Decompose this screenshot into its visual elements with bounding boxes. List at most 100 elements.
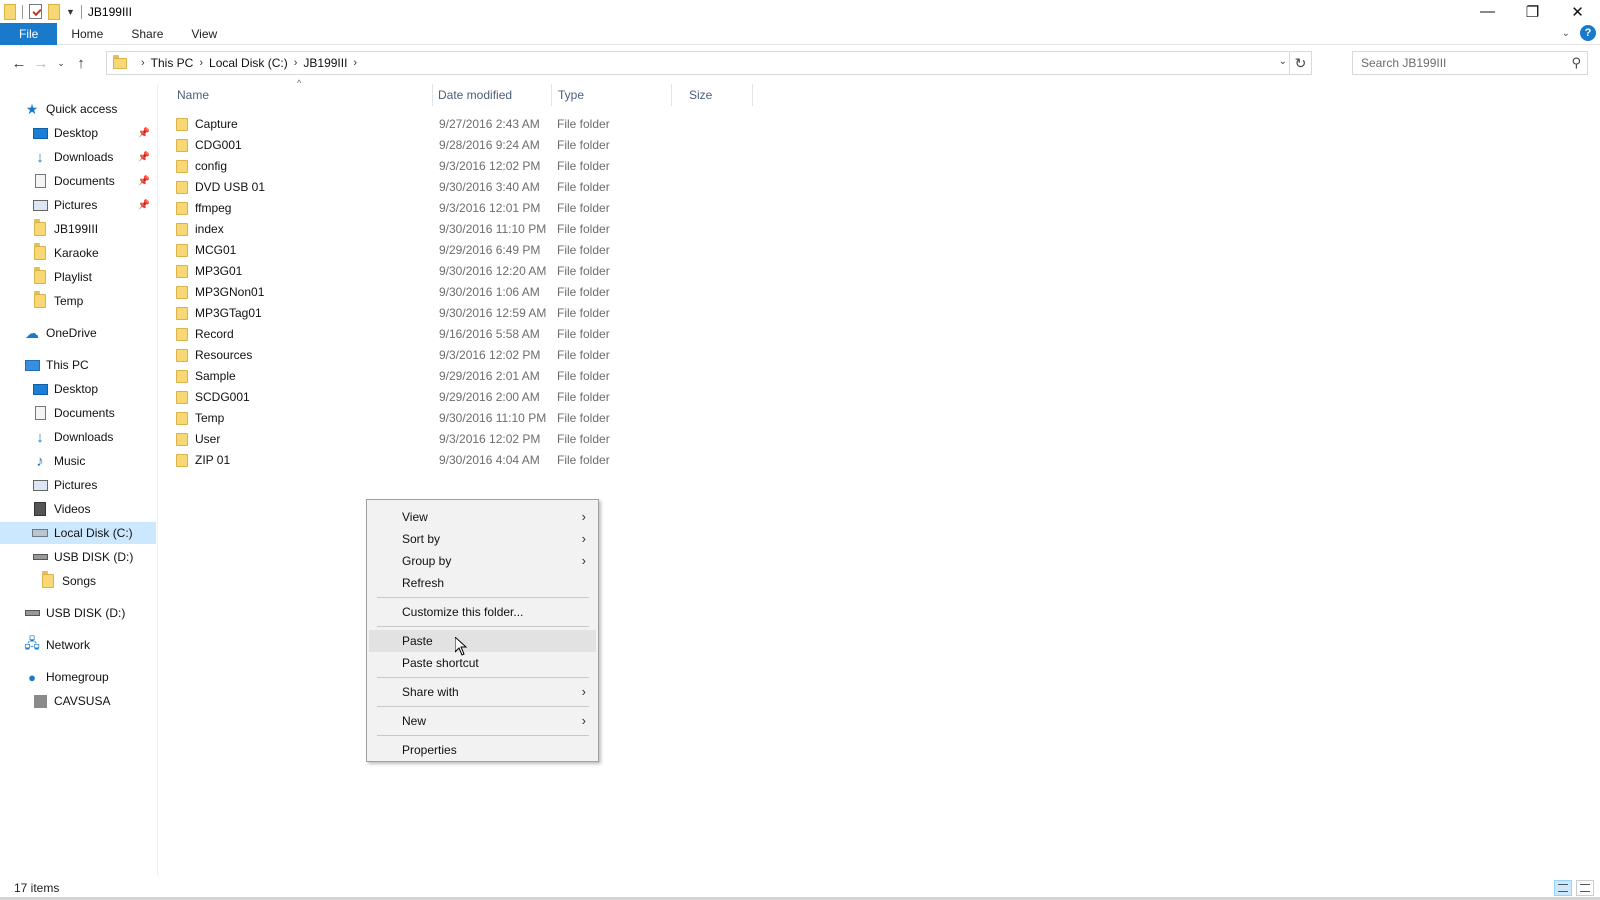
menu-item-properties[interactable]: Properties <box>369 739 596 761</box>
menu-item-paste-shortcut[interactable]: Paste shortcut <box>369 652 596 674</box>
column-divider[interactable] <box>551 84 552 106</box>
recent-locations-chevron-icon[interactable]: ⌄ <box>52 51 70 75</box>
breadcrumb-current-folder[interactable]: JB199III <box>303 56 347 70</box>
column-divider[interactable] <box>432 84 433 106</box>
expand-ribbon-chevron-icon[interactable]: ⌄ <box>1562 28 1570 39</box>
new-folder-icon[interactable] <box>48 3 60 20</box>
nav-pc-documents[interactable]: Documents <box>32 402 156 424</box>
nav-pc-downloads[interactable]: ↓ Downloads <box>32 426 156 448</box>
tab-home[interactable]: Home <box>57 23 117 45</box>
menu-item-group-by[interactable]: Group by › <box>369 550 596 572</box>
nav-quick-access[interactable]: ★ Quick access <box>24 98 156 120</box>
table-row[interactable]: Record 9/16/2016 5:58 AM File folder <box>172 324 752 344</box>
column-header-name[interactable]: Name <box>177 84 209 106</box>
pin-icon[interactable]: 📌 <box>138 200 150 211</box>
table-row[interactable]: Sample 9/29/2016 2:01 AM File folder <box>172 366 752 386</box>
table-row[interactable]: SCDG001 9/29/2016 2:00 AM File folder <box>172 387 752 407</box>
refresh-icon[interactable]: ↻ <box>1289 52 1311 74</box>
table-row[interactable]: index 9/30/2016 11:10 PM File folder <box>172 219 752 239</box>
pin-icon[interactable]: 📌 <box>138 128 150 139</box>
nav-pc-desktop[interactable]: Desktop <box>32 378 156 400</box>
column-header-date[interactable]: Date modified <box>438 84 512 106</box>
column-header-type[interactable]: Type <box>558 84 584 106</box>
details-view-button[interactable] <box>1554 880 1572 896</box>
nav-usb-disk[interactable]: USB DISK (D:) <box>24 602 156 624</box>
tab-file[interactable]: File <box>0 22 58 45</box>
menu-label: Refresh <box>402 576 445 590</box>
tab-view[interactable]: View <box>177 23 231 45</box>
search-box[interactable]: ⚲ <box>1352 51 1588 75</box>
folder-icon[interactable] <box>4 3 16 20</box>
menu-item-customize-folder[interactable]: Customize this folder... <box>369 601 596 623</box>
close-button[interactable]: ✕ <box>1555 0 1600 23</box>
large-icons-view-button[interactable] <box>1576 880 1594 896</box>
menu-item-new[interactable]: New › <box>369 710 596 732</box>
pin-icon[interactable]: 📌 <box>138 152 150 163</box>
nav-homegroup[interactable]: ● Homegroup <box>24 666 156 688</box>
customize-toolbar-dropdown-icon[interactable]: ▼ <box>66 7 75 17</box>
window-title: JB199III <box>87 4 132 19</box>
table-row[interactable]: User 9/3/2016 12:02 PM File folder <box>172 429 752 449</box>
minimize-button[interactable]: — <box>1465 0 1510 23</box>
nav-quick-jb199iii[interactable]: JB199III <box>32 218 156 240</box>
table-row[interactable]: MP3GTag01 9/30/2016 12:59 AM File folder <box>172 303 752 323</box>
nav-quick-documents[interactable]: Documents 📌 <box>32 170 156 192</box>
table-row[interactable]: CDG001 9/28/2016 9:24 AM File folder <box>172 135 752 155</box>
table-row[interactable]: ffmpeg 9/3/2016 12:01 PM File folder <box>172 198 752 218</box>
menu-item-paste[interactable]: Paste <box>369 630 596 652</box>
search-icon[interactable]: ⚲ <box>1571 55 1581 71</box>
table-row[interactable]: Capture 9/27/2016 2:43 AM File folder <box>172 114 752 134</box>
nav-this-pc[interactable]: This PC <box>24 354 156 376</box>
search-input[interactable] <box>1361 56 1561 70</box>
nav-quick-karaoke[interactable]: Karaoke <box>32 242 156 264</box>
nav-songs[interactable]: Songs <box>40 570 156 592</box>
table-row[interactable]: Resources 9/3/2016 12:02 PM File folder <box>172 345 752 365</box>
nav-onedrive[interactable]: ☁ OneDrive <box>24 322 156 344</box>
column-header-size[interactable]: Size <box>689 84 712 106</box>
nav-pc-videos[interactable]: Videos <box>32 498 156 520</box>
nav-quick-playlist[interactable]: Playlist <box>32 266 156 288</box>
address-dropdown-icon[interactable]: ⌄ <box>1279 56 1287 67</box>
menu-item-share-with[interactable]: Share with › <box>369 681 596 703</box>
breadcrumb-chevron-icon[interactable]: › <box>141 57 145 69</box>
help-icon[interactable]: ? <box>1580 25 1596 41</box>
breadcrumb-chevron-icon[interactable]: › <box>294 57 298 69</box>
menu-item-sort-by[interactable]: Sort by › <box>369 528 596 550</box>
breadcrumb-this-pc[interactable]: This PC <box>151 56 194 70</box>
menu-label: New <box>402 714 427 728</box>
menu-item-refresh[interactable]: Refresh <box>369 572 596 594</box>
breadcrumb-local-disk[interactable]: Local Disk (C:) <box>209 56 288 70</box>
submenu-arrow-icon: › <box>581 684 586 699</box>
nav-quick-pictures[interactable]: Pictures 📌 <box>32 194 156 216</box>
column-divider[interactable] <box>671 84 672 106</box>
nav-pc-usb-disk[interactable]: USB DISK (D:) <box>32 546 156 568</box>
nav-quick-temp[interactable]: Temp <box>32 290 156 312</box>
address-bar[interactable]: › This PC › Local Disk (C:) › JB199III ›… <box>106 51 1312 75</box>
nav-pc-pictures[interactable]: Pictures <box>32 474 156 496</box>
back-arrow-icon[interactable]: ← <box>8 51 30 75</box>
tab-share[interactable]: Share <box>117 23 177 45</box>
nav-cavsusa[interactable]: CAVSUSA <box>32 690 156 712</box>
nav-quick-desktop[interactable]: Desktop 📌 <box>32 122 156 144</box>
breadcrumb-chevron-icon[interactable]: › <box>199 57 203 69</box>
table-row[interactable]: MCG01 9/29/2016 6:49 PM File folder <box>172 240 752 260</box>
column-divider[interactable] <box>752 84 753 106</box>
table-row[interactable]: Temp 9/30/2016 11:10 PM File folder <box>172 408 752 428</box>
forward-arrow-icon[interactable]: → <box>30 51 52 75</box>
properties-icon[interactable] <box>29 4 42 19</box>
nav-quick-downloads[interactable]: ↓ Downloads 📌 <box>32 146 156 168</box>
breadcrumb-chevron-icon[interactable]: › <box>353 57 357 69</box>
restore-button[interactable]: ❐ <box>1510 0 1555 23</box>
nav-pc-local-disk[interactable]: Local Disk (C:) <box>0 522 156 544</box>
file-type: File folder <box>557 327 610 341</box>
table-row[interactable]: MP3G01 9/30/2016 12:20 AM File folder <box>172 261 752 281</box>
nav-network[interactable]: 🖧 Network <box>24 634 156 656</box>
menu-item-view[interactable]: View › <box>369 506 596 528</box>
table-row[interactable]: DVD USB 01 9/30/2016 3:40 AM File folder <box>172 177 752 197</box>
up-arrow-icon[interactable]: ↑ <box>70 51 92 75</box>
table-row[interactable]: config 9/3/2016 12:02 PM File folder <box>172 156 752 176</box>
nav-pc-music[interactable]: ♪ Music <box>32 450 156 472</box>
table-row[interactable]: ZIP 01 9/30/2016 4:04 AM File folder <box>172 450 752 470</box>
table-row[interactable]: MP3GNon01 9/30/2016 1:06 AM File folder <box>172 282 752 302</box>
pin-icon[interactable]: 📌 <box>138 176 150 187</box>
